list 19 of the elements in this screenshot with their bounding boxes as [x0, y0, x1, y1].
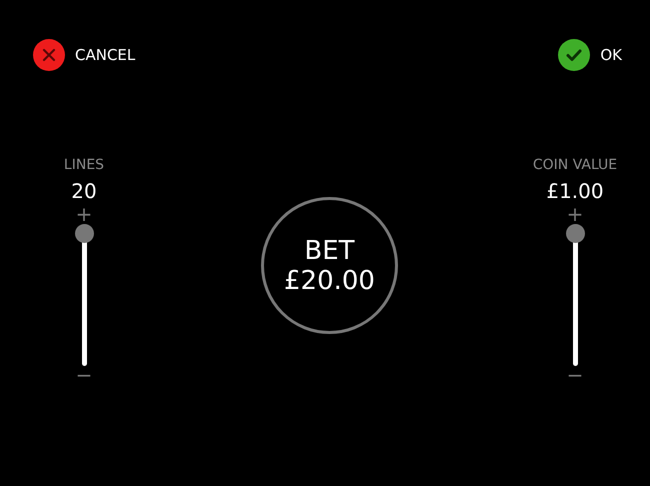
decrease-button[interactable]: −	[566, 366, 584, 384]
slider-label: COIN VALUE	[532, 157, 618, 173]
decrease-button[interactable]: −	[76, 366, 92, 384]
increase-button[interactable]: +	[76, 205, 92, 223]
increase-button[interactable]: +	[566, 205, 584, 223]
cancel-button[interactable]: CANCEL	[33, 39, 136, 71]
checkmark-icon	[558, 39, 590, 71]
vertical-slider[interactable]	[74, 224, 94, 366]
close-icon	[33, 39, 65, 71]
slider-label: LINES	[64, 157, 104, 173]
slider-value: 20	[71, 179, 97, 203]
ok-button[interactable]: OK	[558, 39, 622, 71]
bet-amount: £20.00	[284, 266, 375, 296]
bet-label: BET	[304, 236, 355, 266]
bet-button[interactable]: BET £20.00	[261, 197, 398, 334]
slider-thumb[interactable]	[74, 224, 94, 243]
vertical-slider[interactable]	[566, 224, 584, 366]
slider-value: £1.00	[546, 179, 604, 203]
slider-thumb[interactable]	[566, 224, 584, 243]
